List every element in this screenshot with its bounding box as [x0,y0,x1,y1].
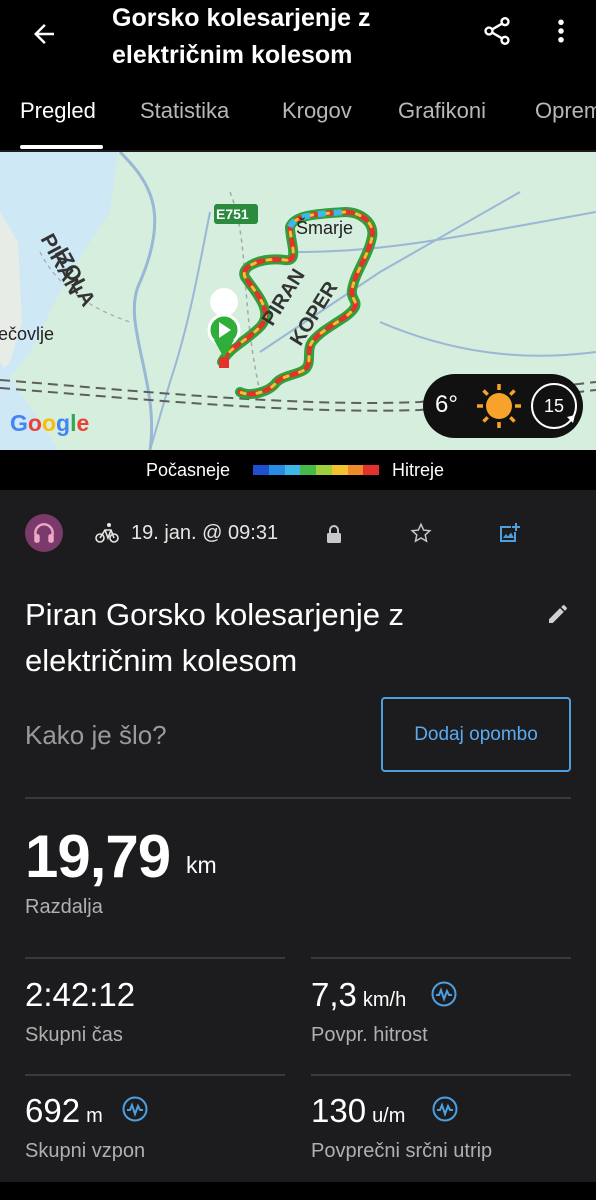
temperature-value: 6° [435,391,458,418]
avg-speed-label: Povpr. hitrost [311,1024,428,1046]
distance-unit: km [186,852,217,878]
heart-rate-stat: 130 u/m [311,1092,405,1130]
add-note-button[interactable]: Dodaj opombo [381,697,571,772]
divider [25,957,285,959]
weather-widget[interactable]: 6° 15 [423,374,583,438]
avatar[interactable] [25,514,63,552]
map-label-city: ečovlje [0,324,55,344]
share-button[interactable] [476,10,518,52]
tab-charts[interactable]: Grafikoni [398,98,486,124]
legend-fast-label: Hitreje [392,460,445,480]
wind-speed-value: 15 [543,396,565,416]
lock-icon[interactable] [325,524,343,544]
total-time-value: 2:42:12 [25,976,136,1013]
tab-statistics[interactable]: Statistika [140,98,229,124]
heart-rate-value: 130 [311,1092,367,1129]
sun-icon [477,384,521,428]
share-icon [484,17,510,45]
divider [25,1074,285,1076]
legend-segment [268,465,285,475]
performance-icon[interactable] [122,1096,148,1122]
back-button[interactable] [22,12,66,56]
distance-value: 19,79 [25,823,171,890]
avg-speed-unit: km/h [362,989,407,1011]
wind-indicator: 15 [529,381,579,431]
speed-legend: Počasneje Hitreje [0,450,596,490]
ascent-stat: 692 m [25,1092,103,1130]
legend-segment [253,465,269,475]
legend-segment [284,465,301,475]
legend-segment [300,465,316,475]
activity-title: Piran Gorsko kolesarjenje z električnim … [25,597,405,678]
legend-gradient [253,465,379,475]
tab-gear[interactable]: Opreme [535,98,596,124]
active-tab-indicator [20,145,103,149]
legend-segment [347,465,364,475]
ebike-icon [95,523,119,543]
bottom-edge [0,1182,596,1200]
heart-rate-unit: u/m [372,1105,406,1127]
avg-speed-value: 7,3 [311,976,357,1013]
more-options-button[interactable] [540,10,582,52]
tab-bar: Pregled Statistika Krogov Grafikoni Opre… [0,88,596,150]
divider [25,797,571,799]
headphones-icon [34,523,54,543]
performance-icon[interactable] [431,981,457,1007]
avg-speed-stat: 7,3 km/h [311,976,406,1014]
activity-date: 19. jan. @ 09:31 [131,522,279,544]
legend-segment [331,465,348,475]
more-vert-icon [558,19,564,43]
how-did-it-go-prompt: Kako je šlo? [25,720,167,750]
map-label-smarje: Šmarje [296,218,354,238]
ascent-label: Skupni vzpon [25,1140,146,1162]
add-photo-icon[interactable] [497,521,521,545]
google-logo: Google [10,410,90,436]
ascent-value: 692 [25,1092,81,1129]
page-title: Gorsko kolesarjenje z električnim koleso… [112,4,371,69]
divider [311,1074,571,1076]
legend-segment [316,465,332,475]
tab-overview[interactable]: Pregled [20,98,96,124]
legend-slow-label: Počasneje [146,460,231,480]
distance-label: Razdalja [25,896,103,918]
total-time-label: Skupni čas [25,1024,123,1046]
ascent-unit: m [86,1105,103,1127]
legend-segment [363,465,379,475]
performance-icon[interactable] [432,1096,458,1122]
tab-laps[interactable]: Krogov [282,98,352,124]
arrow-left-icon [34,24,54,44]
app-bar: Gorsko kolesarjenje z električnim koleso… [0,0,596,150]
heart-rate-label: Povprečni srčni utrip [311,1140,493,1162]
divider [311,957,571,959]
edit-pencil-icon[interactable] [546,602,570,626]
road-label: E751 [216,206,249,222]
star-icon[interactable] [410,522,432,544]
